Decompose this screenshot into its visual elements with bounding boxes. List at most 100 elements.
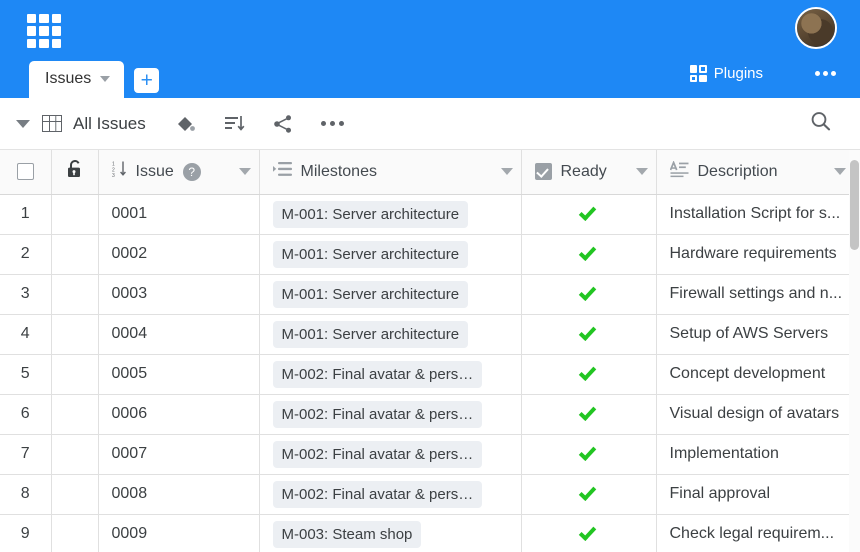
table-row[interactable]: 7 0007 M-002: Final avatar & pers… Implemen… [0, 434, 855, 475]
cell-description[interactable]: Final approval [656, 474, 855, 515]
row-lock-cell[interactable] [51, 234, 99, 275]
milestone-badge[interactable]: M-001: Server architecture [272, 320, 469, 348]
row-lock-cell[interactable] [51, 354, 99, 395]
cell-milestone[interactable]: M-002: Final avatar & pers… [259, 434, 522, 475]
cell-ready[interactable] [521, 194, 657, 235]
column-menu-description-chevron-down-icon[interactable] [833, 168, 846, 176]
help-icon[interactable]: ? [182, 162, 201, 181]
milestone-badge[interactable]: M-002: Final avatar & pers… [272, 360, 483, 388]
cell-issue[interactable]: 0005 [98, 354, 260, 395]
column-menu-ready-chevron-down-icon[interactable] [635, 168, 648, 176]
waffle-grid-icon[interactable] [27, 14, 61, 48]
milestone-badge[interactable]: M-002: Final avatar & pers… [272, 400, 483, 428]
share-icon[interactable] [272, 113, 294, 135]
column-header-milestones-label: Milestones [300, 162, 377, 180]
cell-description[interactable]: Check legal requirem... [656, 514, 855, 552]
table-row[interactable]: 1 0001 M-001: Server architecture Installat… [0, 194, 855, 235]
cell-milestone[interactable]: M-002: Final avatar & pers… [259, 474, 522, 515]
cell-ready[interactable] [521, 234, 657, 275]
table-view-icon[interactable] [42, 115, 62, 132]
vertical-scrollbar-thumb[interactable] [850, 160, 859, 250]
avatar[interactable] [795, 7, 837, 49]
plugins-button[interactable]: Plugins [689, 65, 763, 82]
chevron-down-icon[interactable] [100, 76, 111, 82]
column-header-description[interactable]: Description [656, 150, 855, 195]
row-lock-cell[interactable] [51, 434, 99, 475]
cell-description[interactable]: Hardware requirements [656, 234, 855, 275]
add-tab-button[interactable]: + [134, 68, 160, 93]
row-lock-cell[interactable] [51, 194, 99, 235]
toolbar-more-icon[interactable] [320, 121, 344, 126]
row-lock-cell[interactable] [51, 514, 99, 552]
cell-ready[interactable] [521, 314, 657, 355]
cell-milestone[interactable]: M-001: Server architecture [259, 314, 522, 355]
tab-issues[interactable]: Issues [29, 61, 125, 98]
cell-milestone[interactable]: M-001: Server architecture [259, 274, 522, 315]
cell-milestone[interactable]: M-001: Server architecture [259, 194, 522, 235]
cell-ready[interactable] [521, 354, 657, 395]
cell-milestone[interactable]: M-002: Final avatar & pers… [259, 354, 522, 395]
cell-description[interactable]: Implementation [656, 434, 855, 475]
cell-ready[interactable] [521, 434, 657, 475]
sort-icon[interactable] [223, 113, 245, 135]
row-number: 8 [0, 474, 52, 515]
column-menu-milestones-chevron-down-icon[interactable] [500, 168, 513, 176]
cell-milestone[interactable]: M-003: Steam shop [259, 514, 522, 552]
table-row[interactable]: 6 0006 M-002: Final avatar & pers… Visual d… [0, 394, 855, 435]
cell-description[interactable]: Installation Script for s... [656, 194, 855, 235]
row-lock-cell[interactable] [51, 474, 99, 515]
cell-issue[interactable]: 0003 [98, 274, 260, 315]
table-row[interactable]: 8 0008 M-002: Final avatar & pers… Final ap… [0, 474, 855, 515]
text-format-icon [669, 160, 689, 183]
cell-milestone[interactable]: M-002: Final avatar & pers… [259, 394, 522, 435]
cell-ready[interactable] [521, 514, 657, 552]
cell-issue[interactable]: 0006 [98, 394, 260, 435]
row-number: 6 [0, 394, 52, 435]
column-menu-issue-chevron-down-icon[interactable] [238, 168, 251, 176]
cell-issue[interactable]: 0002 [98, 234, 260, 275]
cell-ready[interactable] [521, 274, 657, 315]
table-row[interactable]: 2 0002 M-001: Server architecture Hardware … [0, 234, 855, 275]
cell-issue[interactable]: 0004 [98, 314, 260, 355]
row-lock-cell[interactable] [51, 394, 99, 435]
fill-color-icon[interactable] [174, 113, 196, 135]
cell-issue[interactable]: 0007 [98, 434, 260, 475]
cell-description[interactable]: Visual design of avatars [656, 394, 855, 435]
cell-ready[interactable] [521, 394, 657, 435]
cell-milestone[interactable]: M-001: Server architecture [259, 234, 522, 275]
row-number: 4 [0, 314, 52, 355]
column-header-lock[interactable] [51, 150, 99, 195]
row-lock-cell[interactable] [51, 274, 99, 315]
milestone-badge[interactable]: M-003: Steam shop [272, 520, 422, 548]
milestone-badge[interactable]: M-002: Final avatar & pers… [272, 480, 483, 508]
milestone-badge[interactable]: M-001: Server architecture [272, 280, 469, 308]
cell-description[interactable]: Firewall settings and n... [656, 274, 855, 315]
search-icon[interactable] [809, 110, 832, 138]
cell-issue[interactable]: 0008 [98, 474, 260, 515]
table-row[interactable]: 9 0009 M-003: Steam shop Check legal requir… [0, 514, 855, 552]
milestone-badge[interactable]: M-002: Final avatar & pers… [272, 440, 483, 468]
description-text: Concept development [669, 365, 826, 382]
cell-description[interactable]: Concept development [656, 354, 855, 395]
row-lock-cell[interactable] [51, 314, 99, 355]
description-text: Check legal requirem... [669, 525, 835, 542]
milestone-badge[interactable]: M-001: Server architecture [272, 200, 469, 228]
select-all-checkbox[interactable] [16, 163, 34, 181]
top-more-icon[interactable] [815, 71, 836, 76]
cell-issue[interactable]: 0009 [98, 514, 260, 552]
issues-grid: 1 2 3 Issue ? Milestones Ready Descripti… [0, 150, 860, 552]
cell-description[interactable]: Setup of AWS Servers [656, 314, 855, 355]
table-row[interactable]: 3 0003 M-001: Server architecture Firewall … [0, 274, 855, 315]
table-row[interactable]: 5 0005 M-002: Final avatar & pers… Concept … [0, 354, 855, 395]
cell-issue[interactable]: 0001 [98, 194, 260, 235]
column-header-select[interactable] [0, 150, 52, 195]
column-header-ready[interactable]: Ready [521, 150, 657, 195]
milestone-badge[interactable]: M-001: Server architecture [272, 240, 469, 268]
unlock-icon[interactable] [66, 159, 84, 184]
column-header-milestones[interactable]: Milestones [259, 150, 522, 195]
column-header-issue[interactable]: 1 2 3 Issue ? [98, 150, 260, 195]
tab-issues-label: Issues [45, 70, 92, 87]
table-row[interactable]: 4 0004 M-001: Server architecture Setup of … [0, 314, 855, 355]
cell-ready[interactable] [521, 474, 657, 515]
view-chevron-down-icon[interactable] [16, 119, 30, 128]
